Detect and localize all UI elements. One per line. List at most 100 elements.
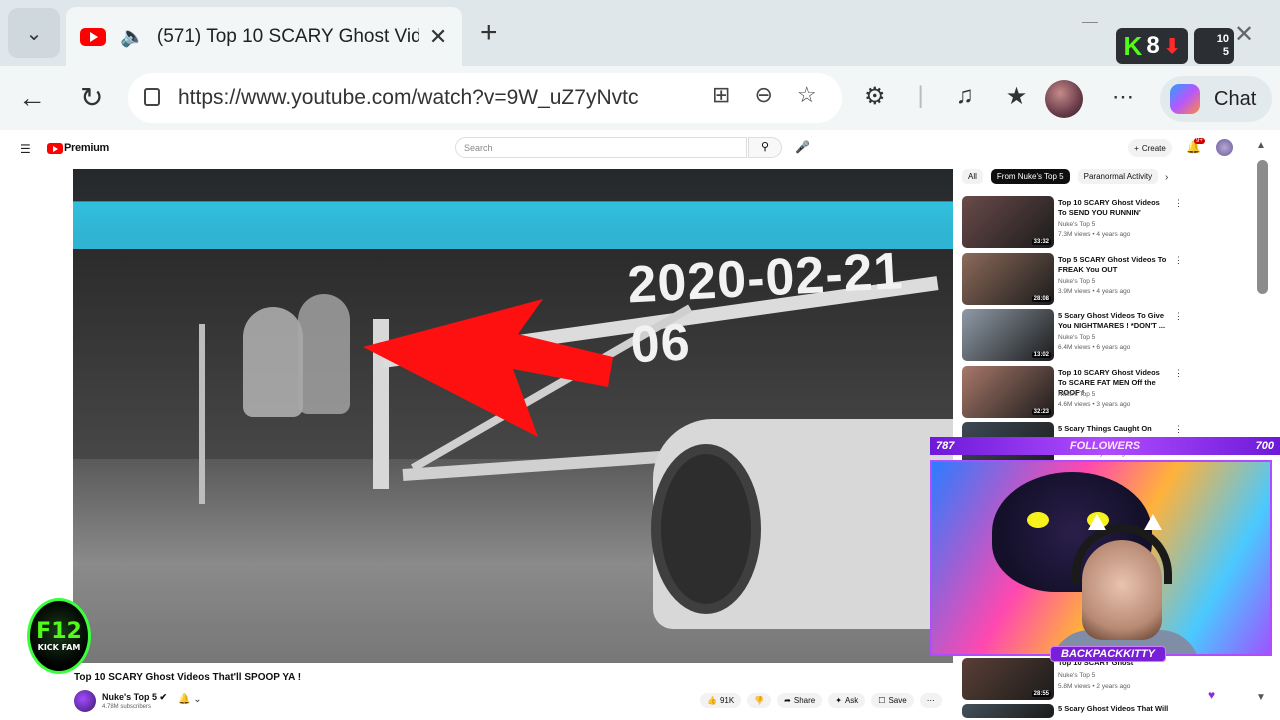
microphone-icon[interactable]: 🎤 [795, 140, 810, 154]
chat-label: Chat [1214, 87, 1257, 110]
cat-eye [1027, 512, 1049, 528]
url-text: https://www.youtube.com/watch?v=9W_uZ7yN… [178, 86, 639, 109]
dislike-button[interactable]: 👎 [747, 693, 772, 708]
video-thumbnail[interactable] [962, 704, 1054, 718]
create-label: Create [1141, 143, 1166, 153]
create-button[interactable]: + Create [1128, 139, 1172, 157]
video-frame-wall [73, 169, 953, 249]
video-thumbnail[interactable]: 28:55 [962, 658, 1054, 700]
recommendation-meta: 5.8M views • 2 years ago [1058, 683, 1131, 690]
cat-ear [1144, 514, 1162, 530]
favorite-star-icon[interactable]: ☆ [797, 82, 817, 108]
duration-badge: 33:32 [1031, 239, 1051, 245]
more-vert-icon[interactable]: ⋮ [1174, 368, 1183, 379]
more-options-icon[interactable]: ⋯ [1112, 84, 1135, 110]
close-tab-icon[interactable]: ✕ [429, 24, 447, 50]
kick-fam-badge: F12 KICK FAM [27, 598, 91, 674]
account-avatar[interactable] [1216, 139, 1233, 156]
kick-viewers-button[interactable]: 10 5 [1194, 28, 1234, 64]
chip-from-channel[interactable]: From Nuke's Top 5 [990, 169, 1070, 184]
video-frame-figure [298, 294, 350, 414]
browser-toolbar: ← ↻ https://www.youtube.com/watch?v=9W_u… [0, 66, 1280, 130]
youtube-logo-icon[interactable] [47, 143, 63, 154]
scroll-down-icon[interactable]: ▼ [1256, 692, 1266, 703]
recommendation-channel: Nuke's Top 5 [1058, 277, 1096, 285]
video-frame-figure [243, 307, 303, 417]
recommendation-title: 5 Scary Ghost Videos That Will [1058, 704, 1169, 713]
minimize-icon[interactable] [1082, 22, 1098, 23]
share-button[interactable]: ➦ Share [777, 693, 823, 708]
more-icon: ⋯ [926, 696, 935, 705]
toolbar-icons: ⚙ | ♫ ★ [864, 82, 1027, 111]
address-bar-actions: ⊞ ⊖ ☆ [712, 82, 817, 108]
speaker-icon[interactable]: 🔈 [120, 24, 145, 49]
ask-label: Ask [844, 696, 859, 705]
back-icon[interactable]: ← [18, 80, 46, 116]
kick-extension-button[interactable]: K 8 ⬇ [1116, 28, 1188, 64]
media-control-icon[interactable]: ♫ [956, 82, 974, 111]
video-player[interactable]: 2020-02-21 06 [73, 169, 953, 663]
save-button[interactable]: ☐ Save [871, 693, 914, 708]
more-vert-icon[interactable]: ⋮ [1174, 311, 1183, 322]
duration-badge: 32:23 [1031, 408, 1051, 415]
verified-icon: ✔ [159, 692, 168, 702]
search-icon[interactable]: ⚲ [748, 137, 782, 158]
apps-icon[interactable]: ⊞ [712, 82, 730, 108]
more-vert-icon[interactable]: ⋮ [1174, 198, 1183, 209]
notification-badge: 9+ [1194, 138, 1205, 144]
extensions-icon[interactable]: ⚙ [864, 82, 886, 111]
scrollbar-thumb[interactable] [1257, 160, 1268, 294]
recommendation-title: 5 Scary Things Caught On [1058, 424, 1152, 433]
more-vert-icon[interactable]: ⋮ [1174, 424, 1183, 435]
video-thumbnail[interactable]: 32:23 [962, 365, 1054, 418]
recommendation-meta: 3.9M views • 4 years ago [1058, 287, 1131, 295]
favorites-icon[interactable]: ★ [1006, 82, 1028, 111]
chip-all[interactable]: All [962, 169, 983, 184]
like-button[interactable]: 👍 91K [700, 693, 742, 708]
duration-badge: 28:08 [1031, 295, 1051, 302]
tab-actions-button[interactable]: ⌄ [8, 8, 60, 58]
followers-left-count: 787 [936, 440, 955, 452]
more-vert-icon[interactable]: ⋮ [1174, 255, 1183, 266]
chevron-right-icon[interactable]: › [1165, 172, 1168, 183]
recommendation-item[interactable]: 5 Scary Ghost Videos That Will [962, 704, 1182, 718]
recommendation-item[interactable]: 32:23 Top 10 SCARY Ghost Videos To SCARE… [962, 365, 1183, 423]
recommendation-item[interactable]: 33:32 Top 10 SCARY Ghost Videos To SEND … [962, 196, 1183, 253]
channel-avatar[interactable] [74, 690, 96, 712]
scroll-up-icon[interactable]: ▲ [1256, 140, 1266, 151]
recommendation-title: 5 Scary Ghost Videos To Give You NIGHTMA… [1058, 311, 1166, 330]
thumbs-up-icon: 👍 [707, 696, 717, 705]
sparkle-icon: ✦ [835, 696, 842, 705]
browser-tab-strip: ⌄ 🔈 (571) Top 10 SCARY Ghost Videos That… [0, 0, 1280, 66]
new-tab-button[interactable]: + [480, 18, 498, 48]
chip-paranormal[interactable]: Paranormal Activity [1077, 169, 1159, 184]
recommendation-item[interactable]: 28:08 Top 5 SCARY Ghost Videos To FREAK … [962, 252, 1183, 310]
video-frame-wheel [651, 444, 761, 614]
profile-avatar[interactable] [1045, 80, 1083, 118]
menu-icon[interactable]: ☰ [20, 142, 31, 156]
video-thumbnail[interactable]: 28:08 [962, 252, 1054, 305]
active-tab[interactable]: 🔈 (571) Top 10 SCARY Ghost Videos That'l… [66, 7, 462, 66]
zoom-out-icon[interactable]: ⊖ [754, 82, 772, 108]
kick-viewers-bottom: 5 [1222, 46, 1229, 58]
subscription-bell-icon[interactable]: 🔔 ⌄ [178, 694, 202, 705]
recommendation-item[interactable]: 13:02 5 Scary Ghost Videos To Give You N… [962, 309, 1183, 366]
refresh-icon[interactable]: ↻ [80, 80, 103, 116]
ask-button[interactable]: ✦ Ask [828, 693, 866, 708]
more-actions-button[interactable]: ⋯ [919, 693, 942, 708]
video-thumbnail[interactable]: 13:02 [962, 309, 1054, 361]
recommendation-channel: Nuke's Top 5 [1058, 221, 1096, 228]
window-close-icon[interactable]: ✕ [1234, 20, 1254, 49]
copilot-chat-button[interactable]: Chat [1160, 76, 1272, 122]
channel-name[interactable]: Nuke's Top 5 ✔ [102, 692, 167, 703]
kick-badge-bottom: KICK FAM [37, 642, 81, 652]
followers-goal-bar: 787 FOLLOWERS 700 [930, 437, 1280, 455]
copilot-icon [1170, 84, 1200, 114]
recommendation-meta: 7.3M views • 4 years ago [1058, 231, 1131, 238]
search-input[interactable]: Search [455, 137, 747, 158]
save-label: Save [888, 696, 907, 705]
recommendation-item[interactable]: 28:55 Top 10 SCARY Ghost Nuke's Top 5 5.… [962, 658, 1182, 704]
recommendations-list-lower: 28:55 Top 10 SCARY Ghost Nuke's Top 5 5.… [962, 658, 1182, 718]
kick-badge-top: F12 [36, 618, 82, 644]
video-thumbnail[interactable]: 33:32 [962, 196, 1054, 248]
